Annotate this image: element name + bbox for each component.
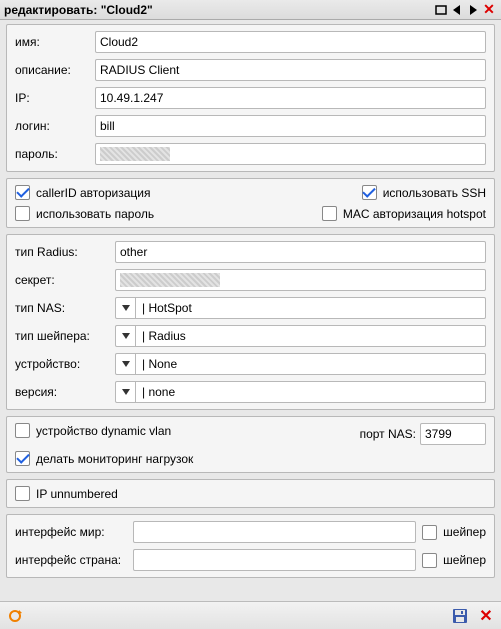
ipun-label: IP unnumbered — [36, 487, 118, 501]
login-input[interactable] — [95, 115, 486, 137]
usepass-checkbox[interactable] — [15, 206, 30, 221]
ipun-checkbox[interactable] — [15, 486, 30, 501]
iface-country-shaper-checkbox[interactable] — [422, 553, 437, 568]
monitor-checkbox[interactable] — [15, 451, 30, 466]
name-label: имя: — [15, 35, 95, 49]
shaper-value: | Radius — [136, 329, 192, 343]
prev-icon[interactable] — [449, 2, 465, 18]
chevron-down-icon — [116, 382, 136, 402]
shaper-label: тип шейпера: — [15, 329, 115, 343]
maximize-icon[interactable] — [433, 2, 449, 18]
iface-world-label: интерфейс мир: — [15, 525, 133, 539]
panel-extra: устройство dynamic vlan порт NAS: делать… — [6, 416, 495, 473]
iface-world-shaper-label: шейпер — [443, 525, 486, 539]
dyn-vlan-checkbox[interactable] — [15, 423, 30, 438]
password-label: пароль: — [15, 147, 95, 161]
device-label: устройство: — [15, 357, 115, 371]
version-label: версия: — [15, 385, 115, 399]
ip-input[interactable] — [95, 87, 486, 109]
next-icon[interactable] — [465, 2, 481, 18]
shaper-select[interactable]: | Radius — [115, 325, 486, 347]
iface-world-shaper-checkbox[interactable] — [422, 525, 437, 540]
password-input[interactable] — [95, 143, 486, 165]
dyn-vlan-label: устройство dynamic vlan — [36, 424, 171, 438]
usepass-label: использовать пароль — [36, 207, 154, 221]
password-mask — [100, 147, 170, 161]
desc-label: описание: — [15, 63, 95, 77]
chevron-down-icon — [116, 326, 136, 346]
panel-interfaces: интерфейс мир: шейпер интерфейс страна: … — [6, 514, 495, 578]
panel-ipun: IP unnumbered — [6, 479, 495, 508]
macauth-label: MAC авторизация hotspot — [343, 207, 486, 221]
version-value: | none — [136, 385, 181, 399]
close-icon[interactable]: ✕ — [481, 2, 497, 18]
device-value: | None — [136, 357, 183, 371]
iface-country-input[interactable] — [133, 549, 416, 571]
footer: ✕ — [0, 601, 501, 629]
nasport-label: порт NAS: — [360, 427, 416, 441]
iface-world-input[interactable] — [133, 521, 416, 543]
secret-label: секрет: — [15, 273, 115, 287]
nastype-select[interactable]: | HotSpot — [115, 297, 486, 319]
ip-label: IP: — [15, 91, 95, 105]
radius-type-input[interactable] — [115, 241, 486, 263]
ssh-label: использовать SSH — [383, 186, 486, 200]
secret-input[interactable] — [115, 269, 486, 291]
nastype-label: тип NAS: — [15, 301, 115, 315]
version-select[interactable]: | none — [115, 381, 486, 403]
desc-input[interactable] — [95, 59, 486, 81]
monitor-label: делать мониторинг нагрузок — [36, 452, 193, 466]
secret-mask — [120, 273, 220, 287]
login-label: логин: — [15, 119, 95, 133]
chevron-down-icon — [116, 298, 136, 318]
panel-flags: callerID авторизация использовать SSH ис… — [6, 178, 495, 228]
titlebar: редактировать: "Cloud2" ✕ — [0, 0, 501, 20]
nastype-value: | HotSpot — [136, 301, 198, 315]
callerid-label: callerID авторизация — [36, 186, 150, 200]
iface-country-label: интерфейс страна: — [15, 553, 133, 567]
chevron-down-icon — [116, 354, 136, 374]
window-title: редактировать: "Cloud2" — [4, 3, 433, 17]
macauth-checkbox[interactable] — [322, 206, 337, 221]
radius-type-label: тип Radius: — [15, 245, 115, 259]
callerid-checkbox[interactable] — [15, 185, 30, 200]
delete-icon[interactable]: ✕ — [477, 607, 495, 625]
save-icon[interactable] — [451, 607, 469, 625]
ssh-checkbox[interactable] — [362, 185, 377, 200]
device-select[interactable]: | None — [115, 353, 486, 375]
panel-basic: имя: описание: IP: логин: пароль: — [6, 24, 495, 172]
name-input[interactable] — [95, 31, 486, 53]
panel-radius: тип Radius: секрет: тип NAS: | HotSpot т… — [6, 234, 495, 410]
iface-country-shaper-label: шейпер — [443, 553, 486, 567]
refresh-icon[interactable] — [6, 607, 24, 625]
nasport-input[interactable] — [420, 423, 486, 445]
